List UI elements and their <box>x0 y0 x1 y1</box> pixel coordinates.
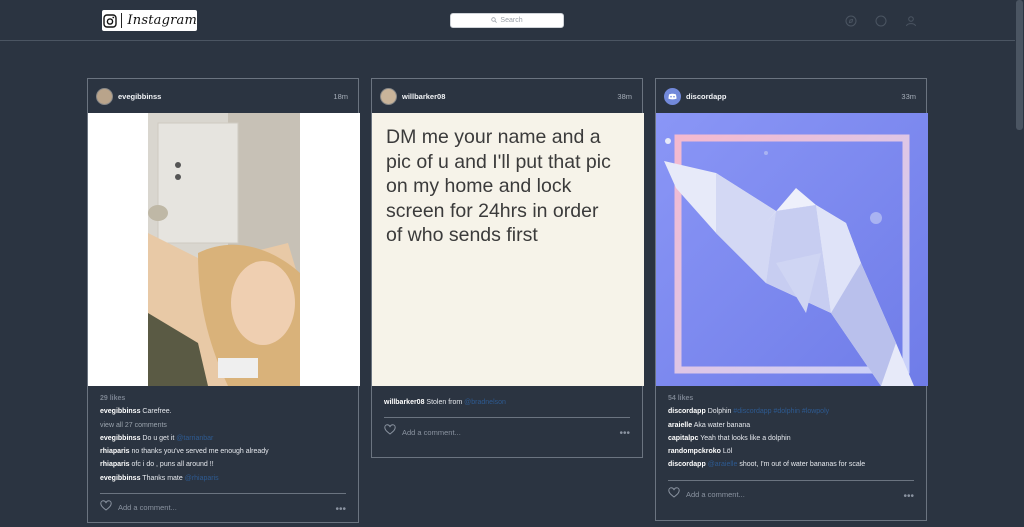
caption-text: Stolen from <box>426 399 463 406</box>
post-header: discordapp 33m <box>656 79 926 113</box>
top-navigation-bar: Instagram Search <box>0 0 1024 41</box>
post-card: willbarker08 38m DM me your name and a p… <box>371 78 644 458</box>
add-comment-input[interactable]: Add a comment... <box>402 426 461 439</box>
caption-username[interactable]: evegibbinss <box>100 408 140 415</box>
comment-mention[interactable]: @rhiaparis <box>185 475 219 482</box>
likes-count[interactable]: 29 likes <box>100 392 346 405</box>
comment-text: ofc i do , puns all around !! <box>131 461 214 469</box>
post-body: willbarker08 Stolen from @bradnelson Add… <box>372 386 642 446</box>
comment-username[interactable]: araielle <box>668 422 692 429</box>
likes-count[interactable]: 54 likes <box>668 392 914 405</box>
avatar[interactable] <box>96 87 113 105</box>
caption-text: Carefree. <box>142 408 172 416</box>
add-comment-input[interactable]: Add a comment... <box>686 488 745 501</box>
discord-avatar-icon[interactable] <box>664 87 681 105</box>
post-time[interactable]: 18m <box>333 92 348 101</box>
post-header: evegibbinss 18m <box>88 79 358 113</box>
more-options-icon[interactable]: ••• <box>903 490 914 503</box>
image-text-line: DM me your name and a <box>386 126 601 148</box>
activity-heart-icon[interactable] <box>874 14 888 28</box>
post-username[interactable]: discordapp <box>686 92 726 101</box>
comment: araielle Aka water banana <box>668 419 914 432</box>
caption-text: Dolphin <box>707 408 732 416</box>
instagram-camera-icon <box>102 10 119 31</box>
comment-username[interactable]: rhiaparis <box>100 461 130 468</box>
caption-username[interactable]: willbarker08 <box>384 399 424 406</box>
scrollbar-thumb[interactable] <box>1016 0 1023 130</box>
like-heart-icon[interactable] <box>384 424 396 440</box>
post-body: 29 likes evegibbinss Carefree. view all … <box>88 386 358 522</box>
post-username[interactable]: willbarker08 <box>402 92 445 101</box>
comment-username[interactable]: evegibbinss <box>100 475 140 482</box>
comment: randompckroko Löl <box>668 445 914 458</box>
comment-mention[interactable]: @araielle <box>708 461 738 468</box>
comment-username[interactable]: evegibbinss <box>100 435 140 442</box>
caption: discordapp Dolphin #discordapp #dolphin … <box>668 405 914 418</box>
comment-username[interactable]: randompckroko <box>668 448 721 455</box>
comment-username[interactable]: discordapp <box>668 461 706 468</box>
comment-username[interactable]: rhiaparis <box>100 448 130 455</box>
post-time[interactable]: 38m <box>617 92 632 101</box>
add-comment-row: Add a comment... ••• <box>668 481 914 509</box>
add-comment-row: Add a comment... ••• <box>100 494 346 522</box>
caption-username[interactable]: discordapp <box>668 408 706 415</box>
comment-mention[interactable]: @tarrianbar <box>176 435 213 442</box>
caption-mention[interactable]: @bradnelson <box>464 399 506 406</box>
brand-wordmark: Instagram <box>127 13 197 28</box>
comment-text: Yeah that looks like a dolphin <box>700 434 791 442</box>
comment: rhiaparis no thanks you've served me eno… <box>100 445 346 458</box>
compass-icon[interactable] <box>844 14 858 28</box>
avatar[interactable] <box>380 87 397 105</box>
post-card: discordapp 33m 54 likes discordapp Dolph… <box>655 78 928 521</box>
more-options-icon[interactable]: ••• <box>335 503 346 516</box>
add-comment-input[interactable]: Add a comment... <box>118 501 177 514</box>
comment: capitalpc Yeah that looks like a dolphin <box>668 432 914 445</box>
comment-text: Löl <box>722 448 733 456</box>
post-photo[interactable] <box>656 113 928 386</box>
comment-text: Aka water banana <box>693 421 751 429</box>
like-heart-icon[interactable] <box>668 486 680 503</box>
comment: evegibbinss Thanks mate @rhiaparis <box>100 472 346 485</box>
search-placeholder: Search <box>500 17 523 24</box>
comment-text: Thanks mate <box>142 474 183 482</box>
instagram-logo[interactable]: Instagram <box>102 10 197 31</box>
post-card: evegibbinss 18m 29 likes evegibbinss Car… <box>87 78 360 524</box>
more-options-icon[interactable]: ••• <box>619 427 630 440</box>
view-all-comments-link[interactable]: view all 27 comments <box>100 419 346 432</box>
image-text-block: DM me your name and a pic of u and I'll … <box>372 113 644 248</box>
search-input[interactable]: Search <box>450 13 564 28</box>
post-photo[interactable]: DM me your name and a pic of u and I'll … <box>372 113 644 386</box>
comment-text: shoot, I'm out of water bananas for scal… <box>739 461 866 469</box>
caption-hashtags[interactable]: #discordapp #dolphin #lowpoly <box>733 408 829 415</box>
post-time[interactable]: 33m <box>901 92 916 101</box>
nav-icons <box>844 14 918 28</box>
comment: rhiaparis ofc i do , puns all around !! <box>100 458 346 471</box>
post-header: willbarker08 38m <box>372 79 642 113</box>
add-comment-row: Add a comment... ••• <box>384 418 630 446</box>
comment-text: no thanks you've served me enough alread… <box>131 448 269 456</box>
comment-text: Do u get it <box>142 434 175 442</box>
image-text-line: on my home and lock <box>386 175 572 198</box>
caption: evegibbinss Carefree. <box>100 405 346 418</box>
image-text-line: of who sends first <box>386 224 538 247</box>
comment: discordapp @araielle shoot, I'm out of w… <box>668 458 914 471</box>
comment: evegibbinss Do u get it @tarrianbar <box>100 432 346 445</box>
search-icon <box>491 16 498 25</box>
post-body: 54 likes discordapp Dolphin #discordapp … <box>656 386 926 509</box>
image-text-line: screen for 24hrs in order <box>386 199 599 222</box>
image-text-line: pic of u and I'll put that pic <box>386 150 611 173</box>
profile-icon[interactable] <box>904 14 918 28</box>
post-username[interactable]: evegibbinss <box>118 92 161 101</box>
comment-username[interactable]: capitalpc <box>668 435 698 442</box>
scrollbar[interactable] <box>1015 0 1024 527</box>
like-heart-icon[interactable] <box>100 500 112 516</box>
caption: willbarker08 Stolen from @bradnelson <box>384 396 630 409</box>
post-photo[interactable] <box>88 113 360 386</box>
